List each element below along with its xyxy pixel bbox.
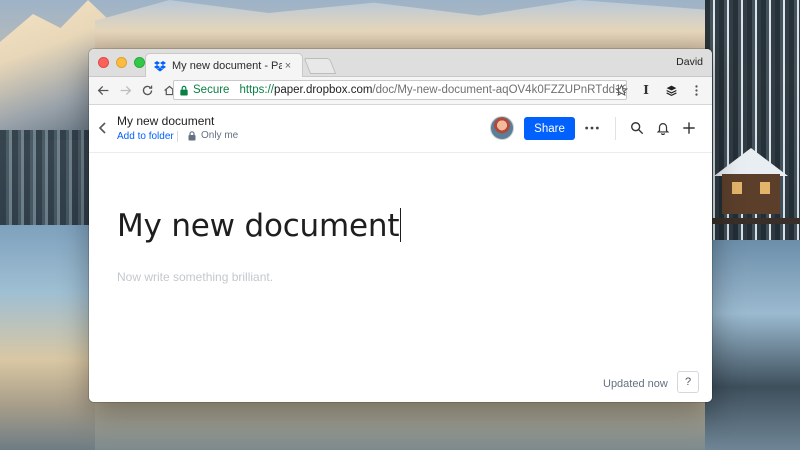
reload-icon[interactable] (137, 81, 157, 101)
secure-label: Secure (193, 84, 230, 96)
plus-icon[interactable] (679, 118, 699, 138)
document-title[interactable]: My new document (117, 208, 402, 244)
profile-name[interactable]: David (676, 56, 703, 68)
window-controls (98, 57, 145, 68)
url-path: /doc/My-new-document-aqOV4k0FZZUPnRTdd1G… (372, 84, 627, 96)
layers-icon[interactable] (661, 80, 681, 100)
share-button[interactable]: Share (524, 117, 575, 140)
header-separator (615, 117, 616, 140)
tab-paper-document[interactable]: My new document - Paper × (145, 53, 303, 77)
new-tab-button[interactable] (303, 58, 337, 74)
privacy-setting[interactable]: Only me (188, 130, 238, 141)
wallpaper-dock (712, 218, 800, 224)
help-button[interactable]: ? (677, 371, 699, 393)
privacy-label: Only me (201, 130, 239, 141)
menu-dots-icon[interactable] (686, 80, 706, 100)
minimize-window-button[interactable] (116, 57, 127, 68)
secure-lock-icon (179, 85, 189, 96)
tab-close-icon[interactable]: × (282, 60, 294, 72)
text-cursor-extension-icon[interactable]: I (636, 80, 656, 100)
zoom-window-button[interactable] (134, 57, 145, 68)
save-status: Updated now (603, 378, 668, 390)
wallpaper-lake-left (0, 225, 95, 450)
paper-header: My new document Add to folder Only me Sh… (89, 105, 712, 153)
tab-title: My new document - Paper (172, 59, 282, 72)
dropbox-icon (154, 60, 166, 72)
wallpaper-cabin (714, 148, 788, 220)
text-caret (400, 208, 402, 242)
star-icon[interactable] (611, 80, 631, 100)
header-divider (177, 131, 178, 142)
document-name[interactable]: My new document (117, 114, 214, 128)
back-arrow-icon[interactable] (93, 81, 113, 101)
bell-icon[interactable] (653, 118, 673, 138)
back-chevron-icon[interactable] (97, 121, 109, 135)
browser-window: My new document - Paper × David Secure h… (89, 49, 712, 402)
wallpaper-lake-right (705, 240, 800, 450)
close-window-button[interactable] (98, 57, 109, 68)
search-icon[interactable] (627, 118, 647, 138)
document-title-text: My new document (117, 208, 400, 244)
url-host: paper.dropbox.com (273, 84, 373, 96)
tab-bar: My new document - Paper × David (89, 49, 712, 77)
browser-toolbar: Secure https:// paper.dropbox.com /doc/M… (89, 77, 712, 105)
url-scheme: https:// (239, 84, 274, 96)
address-bar[interactable]: Secure https:// paper.dropbox.com /doc/M… (173, 80, 627, 100)
document-editor[interactable]: My new document Now write something bril… (89, 153, 712, 402)
wallpaper-forest-left (0, 130, 95, 225)
body-placeholder[interactable]: Now write something brilliant. (117, 270, 273, 284)
toolbar-right: I (611, 80, 706, 100)
more-icon[interactable] (583, 119, 601, 137)
avatar[interactable] (490, 116, 514, 140)
wallpaper-mountain-top (95, 0, 715, 52)
lock-icon (188, 130, 196, 141)
add-to-folder-link[interactable]: Add to folder (117, 131, 174, 142)
forward-arrow-icon[interactable] (115, 81, 135, 101)
